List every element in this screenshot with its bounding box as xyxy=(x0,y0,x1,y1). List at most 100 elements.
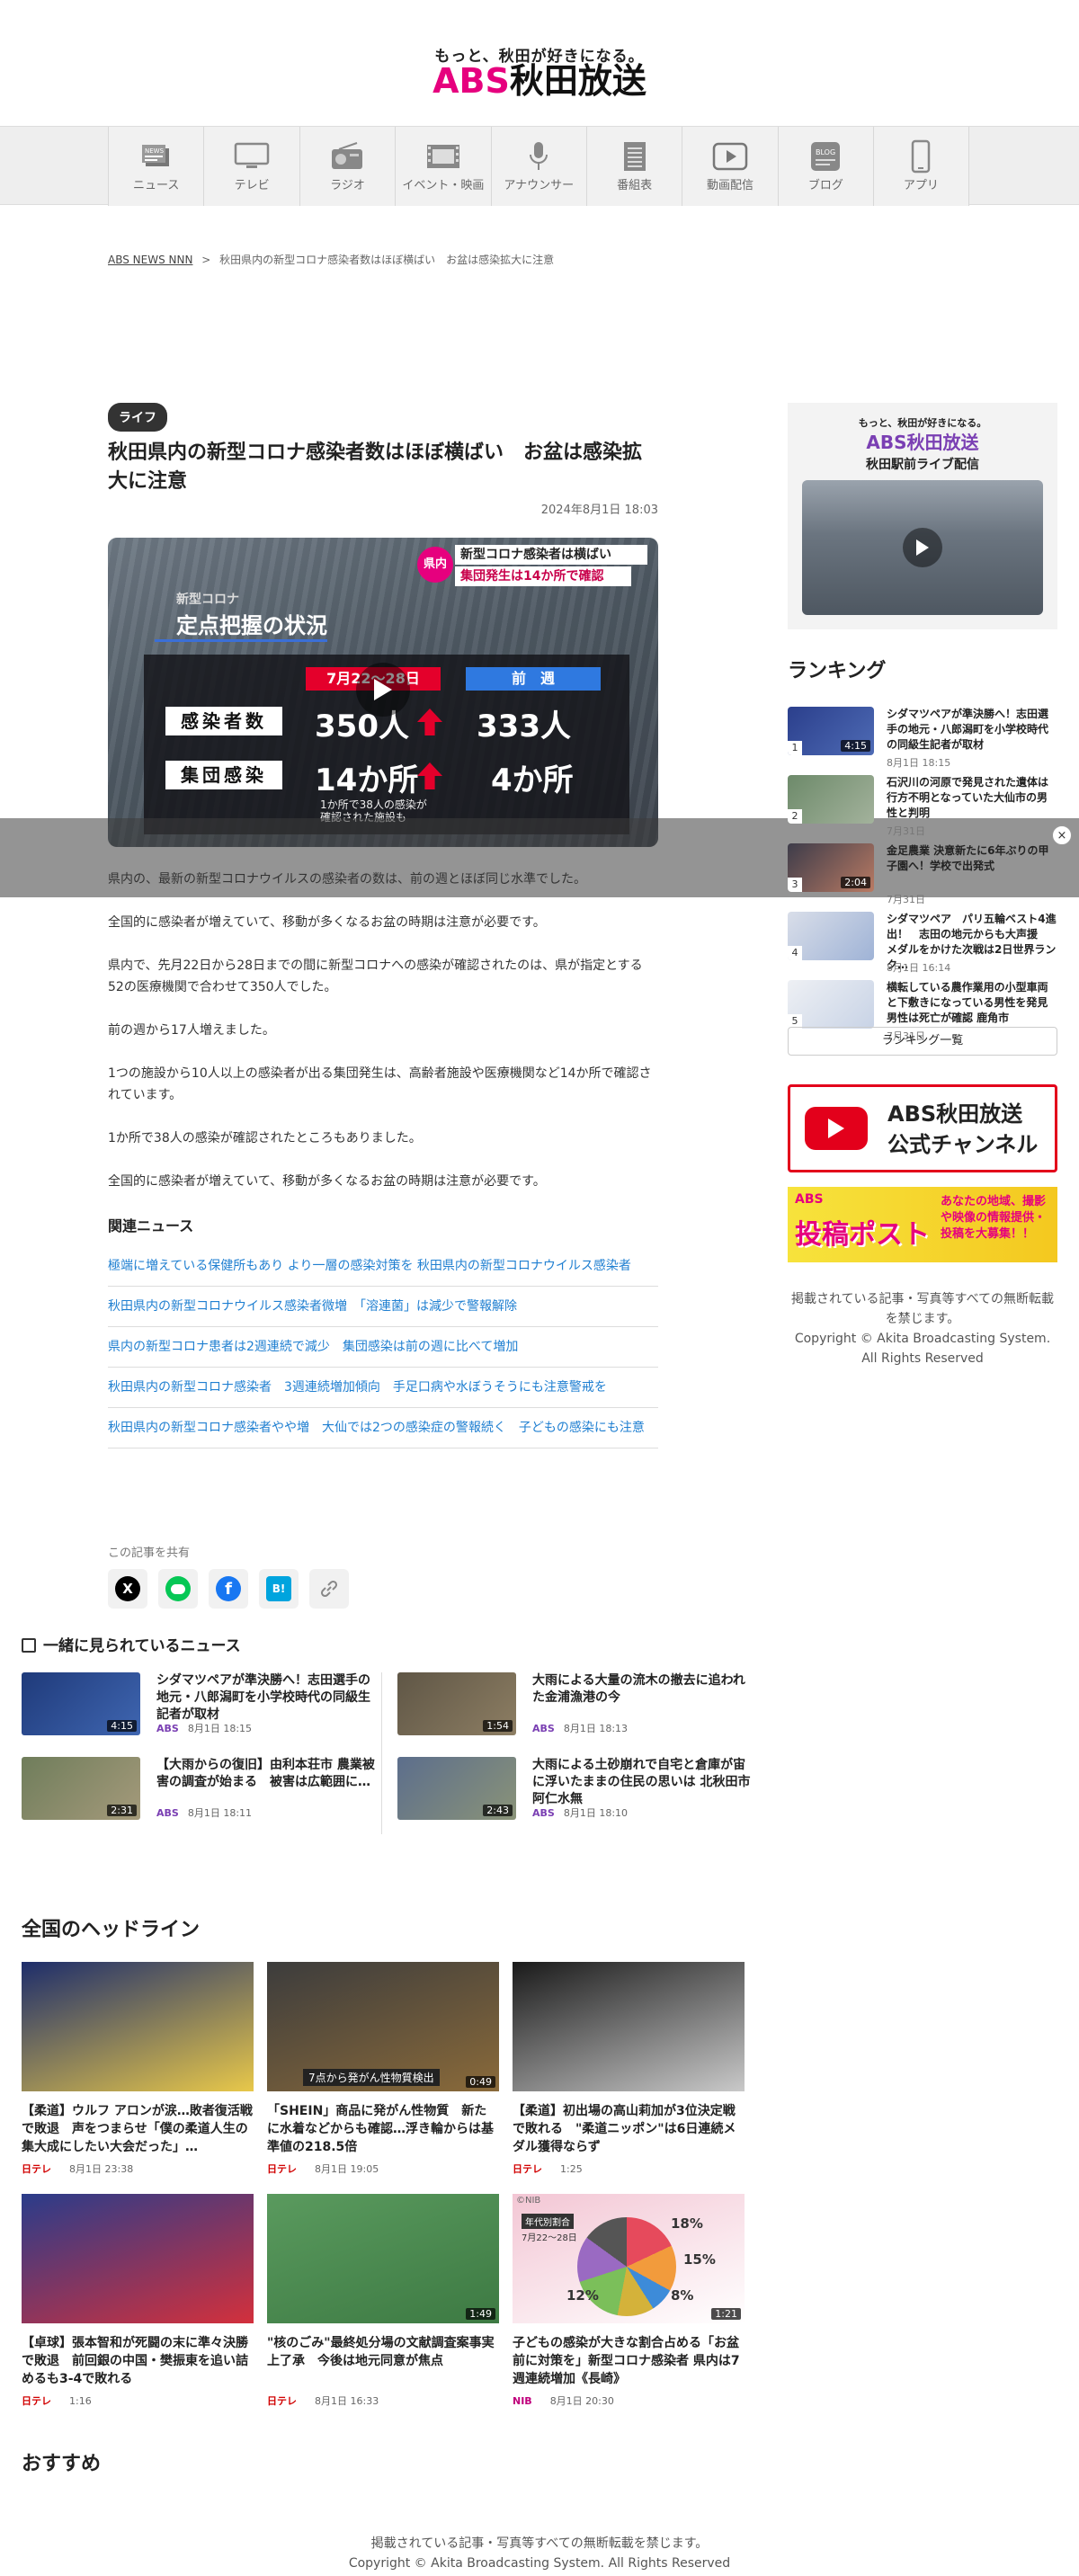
video-sub: 新型コロナ xyxy=(176,593,239,607)
board-row1-label: 感染者数 xyxy=(165,707,282,735)
copy-link-button[interactable] xyxy=(309,1569,349,1609)
headline-source: NIB xyxy=(513,2395,532,2407)
facebook-icon: f xyxy=(216,1576,241,1601)
list-icon xyxy=(22,1638,36,1653)
ranking-item[interactable]: 2 石沢川の河原で発見された遺体は行方不明となっていた大仙市の男性と判明 7月31日 xyxy=(788,775,1057,838)
ranking-item[interactable]: 4:15 1 シダマツペアが準決勝へ！志田選手の地元・八郎潟町を小学校時代の同級生記… xyxy=(788,707,1057,770)
video-play-icon xyxy=(712,141,748,172)
copyright-line: Copyright © Akita Broadcasting System. A… xyxy=(348,2556,731,2571)
share-line-button[interactable] xyxy=(158,1569,198,1609)
youtube-channel-banner[interactable]: ABS秋田放送 公式チャンネル xyxy=(788,1084,1057,1172)
ranking-item-title: 横転している農作業用の小型車両と下敷きになっている男性を発見 男性は死亡が確認 … xyxy=(887,981,1059,1024)
logo-name: 秋田放送 xyxy=(509,61,647,101)
nav-item-news[interactable]: NEWS ニュース xyxy=(108,127,204,206)
thumbnail-chart-label: 年代別割合 xyxy=(522,2214,574,2229)
headline-meta: NIB 8月1日 20:30 xyxy=(513,2393,614,2408)
breadcrumb-current: 秋田県内の新型コロナ感染者数はほぼ横ばい お盆は感染拡大に注意 xyxy=(219,254,555,266)
related-news-link[interactable]: 県内の新型コロナ患者は2週連続で減少 集団感染は前の週に比べて増加 xyxy=(108,1327,658,1368)
youtube-icon xyxy=(805,1107,868,1150)
article-video[interactable]: 県内 新型コロナ感染者は横ばい 集団発生は14か所で確認 新型コロナ 定点把握の… xyxy=(108,538,658,847)
play-icon[interactable] xyxy=(356,663,410,717)
video-headline-box: 県内 新型コロナ感染者は横ばい 集団発生は14か所で確認 xyxy=(417,545,651,592)
tv-icon xyxy=(234,141,270,172)
news-thumbnail: 1:54 xyxy=(397,1672,516,1735)
category-badge[interactable]: ライフ xyxy=(108,403,167,432)
related-news-link[interactable]: 秋田県内の新型コロナ感染者 3週連続増加傾向 手足口病や水ぼうそうにも注意警戒を xyxy=(108,1368,658,1408)
nav-item-blog[interactable]: BLOG ブログ xyxy=(777,127,874,206)
headline-card[interactable]: 【柔道】初出場の高山莉加が3位決定戦で敗れる "柔道ニッポン"は6日連続メダル獲… xyxy=(513,1962,745,2196)
post-title: 投稿ポスト xyxy=(795,1219,930,1251)
breadcrumb: ABS NEWS NNN > 秋田県内の新型コロナ感染者数はほぼ横ばい お盆は感… xyxy=(108,252,554,267)
paragraph: 1つの施設から10人以上の感染者が出る集団発生は、高齢者施設や医療機関など14か… xyxy=(108,1066,652,1102)
live-thumbnail xyxy=(802,480,1043,615)
headline-source: 日テレ xyxy=(267,2163,297,2175)
global-nav: NEWS ニュース テレビ ラジオ イベント・映画 アナウンサー 番組表 動画配信 BLOG ブロ… xyxy=(0,126,1079,206)
schedule-icon xyxy=(617,141,653,172)
nav-item-smartphone[interactable]: アプリ xyxy=(873,127,969,206)
close-icon[interactable]: × xyxy=(1052,825,1072,845)
nav-label: ラジオ xyxy=(330,178,365,192)
share-hatena-button[interactable]: B! xyxy=(259,1569,299,1609)
headline-title: 【柔道】ウルフ アロンが涙…敗者復活戦で敗退 声をつまらせ「僕の柔道人生の集大成… xyxy=(22,2104,253,2154)
related-news-link[interactable]: 秋田県内の新型コロナウイルス感染者微増 「溶連菌」は減少で警報解除 xyxy=(108,1287,658,1327)
headline-thumbnail xyxy=(22,1962,254,2091)
play-icon[interactable] xyxy=(903,528,942,567)
board-row2-current: 14か所 xyxy=(315,762,419,798)
youtube-line-2: 公式チャンネル xyxy=(887,1132,1039,1157)
headline-source: 日テレ xyxy=(22,2395,51,2407)
post-submission-banner[interactable]: ABS 投稿ポスト あなたの地域、撮影や映像の情報提供・投稿を大募集！！ xyxy=(788,1187,1057,1262)
news-meta: ABS 8月1日 18:15 xyxy=(156,1721,252,1735)
nav-item-radio[interactable]: ラジオ xyxy=(299,127,396,206)
breadcrumb-home[interactable]: ABS NEWS NNN xyxy=(108,254,192,266)
news-meta: ABS 8月1日 18:10 xyxy=(532,1805,628,1820)
news-date: 8月1日 18:15 xyxy=(187,1723,253,1734)
nav-item-film[interactable]: イベント・映画 xyxy=(395,127,491,206)
headline-card[interactable]: 【柔道】ウルフ アロンが涙…敗者復活戦で敗退 声をつまらせ「僕の柔道人生の集大成… xyxy=(22,1962,254,2196)
headline-card[interactable]: 1:49 "核のごみ"最終処分場の文献調査案事実上了承 今後は地元同意が焦点 日テレ… xyxy=(267,2194,499,2428)
related-news-link[interactable]: 極端に増えている保健所もあり より一層の感染対策を 秋田県内の新型コロナウイルス… xyxy=(108,1246,658,1287)
headline-card[interactable]: 7点から発がん性物質検出 0:49 「SHEIN」商品に発がん性物質 新たに水着など… xyxy=(267,1962,499,2196)
news-source: ABS xyxy=(532,1723,555,1734)
share-facebook-button[interactable]: f xyxy=(209,1569,248,1609)
paragraph: 1か所で38人の感染が確認されたところもありました。 xyxy=(108,1131,422,1145)
duration-badge: 2:04 xyxy=(841,877,870,888)
headline-date: 8月1日 20:30 xyxy=(549,2395,614,2407)
ranking-list-button[interactable]: ランキング一覧 xyxy=(788,1027,1057,1056)
nav-item-schedule[interactable]: 番組表 xyxy=(585,127,682,206)
nav-label: アナウンサー xyxy=(504,178,575,192)
board-note-1: 1か所で38人の感染が xyxy=(320,798,427,811)
ranking-item[interactable]: 4 シダマツペア パリ五輪ベスト4進出！ 志田の地元からも大声援 メダルをかけた次… xyxy=(788,912,1057,975)
rank-number: 2 xyxy=(788,809,802,824)
nav-item-microphone[interactable]: アナウンサー xyxy=(490,127,586,206)
board-row2-label: 集団感染 xyxy=(165,761,282,789)
share-x-button[interactable]: X xyxy=(108,1569,147,1609)
news-meta: ABS 8月1日 18:11 xyxy=(156,1805,252,1820)
headline-card[interactable]: ©NIB 年代別割合 7月22〜28日 18% 15% 8% 12% 1:21 子どもの感染が大… xyxy=(513,2194,745,2428)
live-stream-card[interactable]: もっと、秋田が好きになる。 ABS秋田放送 秋田駅前ライブ配信 xyxy=(788,403,1057,629)
share-label: この記事を共有 xyxy=(108,1546,191,1560)
youtube-line-1: ABS秋田放送 xyxy=(887,1101,1023,1127)
news-source: ABS xyxy=(156,1807,179,1819)
board-row2-previous: 4か所 xyxy=(491,762,574,798)
headline-title: "核のごみ"最終処分場の文献調査案事実上了承 今後は地元同意が焦点 xyxy=(267,2336,495,2368)
headline-date: 8月1日 19:05 xyxy=(315,2163,379,2175)
news-source: ABS xyxy=(532,1807,555,1819)
headline-card[interactable]: 【卓球】張本智和が死闘の末に準々決勝で敗退 前回銀の中国・樊振東を追い詰めるも3… xyxy=(22,2194,254,2428)
together-news-item[interactable]: 2:31 【大雨からの復旧】由利本荘市 農業被害の調査が始まる 被害は広範囲に… A… xyxy=(22,1757,381,1820)
nav-label: 動画配信 xyxy=(707,178,754,192)
related-news-link[interactable]: 秋田県内の新型コロナ感染者やや増 大仙では2つの感染症の警報続く 子どもの感染に… xyxy=(108,1408,658,1448)
nav-item-video-play[interactable]: 動画配信 xyxy=(682,127,778,206)
headline-title: 【柔道】初出場の高山莉加が3位決定戦で敗れる "柔道ニッポン"は6日連続メダル獲… xyxy=(513,2104,736,2154)
nav-label: アプリ xyxy=(903,178,939,192)
together-news-item[interactable]: 1:54 大雨による大量の流木の撤去に追われた金浦漁港の今 ABS 8月1日 18:1… xyxy=(397,1672,757,1735)
site-header: もっと、秋田が好きになる。 ABS秋田放送 xyxy=(0,0,1079,126)
site-logo[interactable]: ABS秋田放送 xyxy=(0,61,1079,101)
together-news-item[interactable]: 2:43 大雨による土砂崩れで自宅と倉庫が宙に浮いたままの住民の思いは 北秋田市阿… xyxy=(397,1757,757,1820)
board-col-previous: 前 週 xyxy=(466,667,601,691)
nav-label: テレビ xyxy=(234,178,270,192)
ranking-thumbnail: 4 xyxy=(788,912,874,960)
copyright-line: 掲載されている記事・写真等すべての無断転載を禁じます。 xyxy=(790,1292,1055,1326)
ranking-item[interactable]: 2:04 3 金足農業 決意新たに6年ぶりの甲子園へ！学校で出発式 7月31日 xyxy=(788,843,1057,906)
together-news-item[interactable]: 4:15 シダマツペアが準決勝へ！志田選手の地元・八郎潟町を小学校時代の同級生記者… xyxy=(22,1672,381,1735)
nav-item-tv[interactable]: テレビ xyxy=(203,127,299,206)
